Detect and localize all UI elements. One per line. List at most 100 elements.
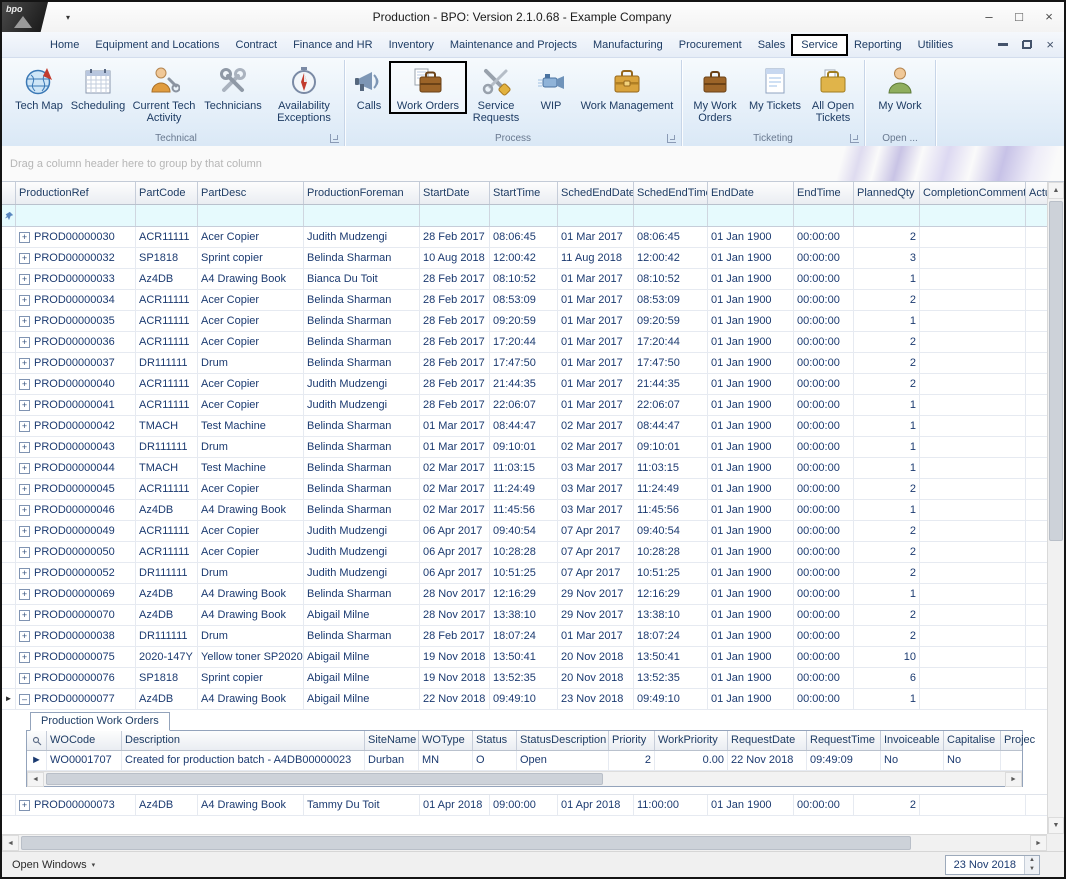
filter-cell-productionref[interactable] [16,205,136,226]
filter-cell-schedendtime[interactable] [634,205,708,226]
filter-cell-completioncomments[interactable] [920,205,1026,226]
filter-cell-enddate[interactable] [708,205,794,226]
column-header-plannedqty[interactable]: PlannedQty [854,182,920,204]
table-row[interactable]: + PROD00000042 TMACH Test Machine Belinda Sh… [2,416,1047,437]
scroll-left-button[interactable]: ◄ [27,771,44,787]
table-row[interactable]: ► – PROD00000077 Az4DB A4 Drawing Book Abigai… [2,689,1047,710]
group-dialog-launcher-icon[interactable] [330,134,339,143]
expand-button[interactable]: + [19,462,30,474]
table-row[interactable]: + PROD00000037 DR111111 Drum Belinda Sharman… [2,353,1047,374]
expand-button[interactable]: + [19,420,30,432]
column-header-productionref[interactable]: ProductionRef [16,182,136,204]
menu-tab-contract[interactable]: Contract [228,36,286,54]
expand-button[interactable]: + [19,630,30,642]
detail-column-header-invoiceable[interactable]: Invoiceable [881,731,944,750]
table-row[interactable]: + PROD00000044 TMACH Test Machine Belinda Sh… [2,458,1047,479]
close-button[interactable]: × [1034,2,1064,32]
filter-cell-startdate[interactable] [420,205,490,226]
table-row[interactable]: + PROD00000038 DR111111 Drum Belinda Sharman… [2,626,1047,647]
detail-column-header-sitename[interactable]: SiteName [365,731,419,750]
ribbon-button-technicians[interactable]: Technicians [200,63,266,112]
filter-cell-partcode[interactable] [136,205,198,226]
table-row[interactable]: + PROD00000076 SP1818 Sprint copier Abigail … [2,668,1047,689]
table-row[interactable]: + PROD00000035 ACR11111 Acer Copier Belinda … [2,311,1047,332]
column-header-starttime[interactable]: StartTime [490,182,558,204]
expand-button[interactable]: + [19,483,30,495]
group-by-bar[interactable]: Drag a column header here to group by th… [2,146,1064,182]
ribbon-button-scheduling[interactable]: Scheduling [68,63,128,112]
expand-button[interactable]: + [19,504,30,516]
detail-column-header-statusdescription[interactable]: StatusDescription [517,731,609,750]
expand-button[interactable]: + [19,799,30,811]
ribbon-button-tech-map[interactable]: Tech Map [10,63,68,112]
filter-cell-productionforeman[interactable] [304,205,420,226]
spin-down-icon[interactable]: ▼ [1025,864,1039,874]
ribbon-button-calls[interactable]: Calls [347,63,391,112]
menu-tab-maintenance-and-projects[interactable]: Maintenance and Projects [442,36,585,54]
detail-column-header-requesttime[interactable]: RequestTime [807,731,881,750]
ribbon-button-work-management[interactable]: Work Management [575,63,679,112]
filter-cell-schedenddate[interactable] [558,205,634,226]
column-header-actu[interactable]: Actu [1026,182,1047,204]
filter-cell-plannedqty[interactable] [854,205,920,226]
menu-tab-procurement[interactable]: Procurement [671,36,750,54]
scrollbar-thumb[interactable] [1049,201,1063,541]
expand-button[interactable]: + [19,252,30,264]
table-row[interactable]: + PROD00000032 SP1818 Sprint copier Belinda … [2,248,1047,269]
mdi-close-icon[interactable]: × [1046,38,1054,51]
table-row[interactable]: + PROD00000050 ACR11111 Acer Copier Judith M… [2,542,1047,563]
menu-tab-finance-and-hr[interactable]: Finance and HR [285,36,381,54]
expand-button[interactable]: + [19,441,30,453]
detail-table-row[interactable]: ► WO0001707 Created for production batch -… [27,751,1022,771]
menu-tab-inventory[interactable]: Inventory [381,36,442,54]
detail-column-header-priority[interactable]: Priority [609,731,655,750]
table-row[interactable]: + PROD00000040 ACR11111 Acer Copier Judith M… [2,374,1047,395]
column-header-completioncomments[interactable]: CompletionComments [920,182,1026,204]
filter-cell-partdesc[interactable] [198,205,304,226]
detail-search-cell[interactable] [27,731,47,750]
column-header-enddate[interactable]: EndDate [708,182,794,204]
ribbon-button-service-requests[interactable]: Service Requests [465,63,527,124]
menu-tab-home[interactable]: Home [42,36,87,54]
maximize-button[interactable]: □ [1004,2,1034,32]
filter-cell-starttime[interactable] [490,205,558,226]
expand-button[interactable]: + [19,357,30,369]
ribbon-button-current-tech-activity[interactable]: Current Tech Activity [128,63,200,124]
mdi-restore-icon[interactable] [1022,40,1033,49]
scrollbar-track[interactable] [44,772,1005,786]
expand-button[interactable]: + [19,231,30,243]
filter-cell-endtime[interactable] [794,205,854,226]
expand-button[interactable]: + [19,567,30,579]
expand-button[interactable]: + [19,273,30,285]
column-header-partdesc[interactable]: PartDesc [198,182,304,204]
date-picker[interactable]: 23 Nov 2018 ▲ ▼ [944,854,1040,875]
detail-column-header-wotype[interactable]: WOType [419,731,473,750]
column-header-endtime[interactable]: EndTime [794,182,854,204]
detail-column-header-description[interactable]: Description [122,731,365,750]
ribbon-button-my-work-orders[interactable]: My Work Orders [684,63,746,124]
scrollbar-track[interactable] [19,835,1030,851]
expand-button[interactable]: + [19,525,30,537]
detail-tab-production-work-orders[interactable]: Production Work Orders [30,712,170,731]
column-header-startdate[interactable]: StartDate [420,182,490,204]
group-dialog-launcher-icon[interactable] [850,134,859,143]
expand-button[interactable]: + [19,336,30,348]
scroll-right-button[interactable]: ► [1005,771,1022,787]
scroll-down-button[interactable]: ▼ [1048,817,1064,834]
ribbon-button-work-orders[interactable]: Work Orders [389,60,467,115]
expand-button[interactable]: + [19,651,30,663]
expand-button[interactable]: + [19,546,30,558]
column-header-partcode[interactable]: PartCode [136,182,198,204]
scroll-up-button[interactable]: ▲ [1048,182,1064,199]
expand-button[interactable]: + [19,378,30,390]
detail-column-header-projec[interactable]: Projec [1001,731,1047,750]
ribbon-button-availability-exceptions[interactable]: Availability Exceptions [266,63,342,124]
group-dialog-launcher-icon[interactable] [667,134,676,143]
table-row[interactable]: + PROD00000036 ACR11111 Acer Copier Belinda … [2,332,1047,353]
expand-button[interactable]: + [19,294,30,306]
scrollbar-thumb[interactable] [21,836,911,850]
table-row[interactable]: + PROD00000030 ACR11111 Acer Copier Judith M… [2,227,1047,248]
table-row[interactable]: + PROD00000043 DR111111 Drum Belinda Sharman… [2,437,1047,458]
menu-tab-sales[interactable]: Sales [750,36,794,54]
vertical-scrollbar[interactable]: ▲ ▼ [1047,182,1064,834]
